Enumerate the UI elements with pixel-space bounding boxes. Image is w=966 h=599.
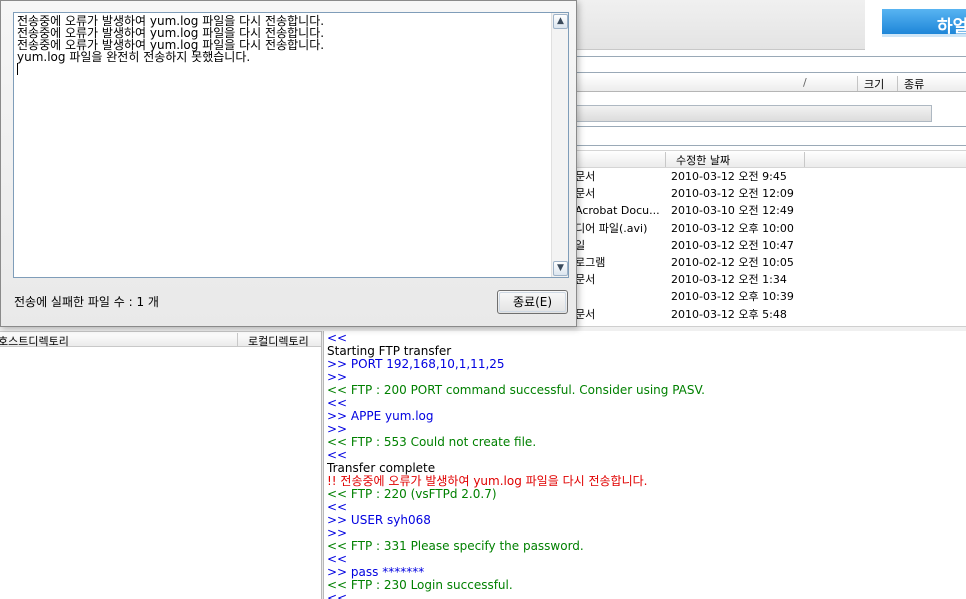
file-type: 문서 — [575, 273, 596, 287]
file-modified-date: 2010-02-12 오전 10:05 — [671, 255, 794, 269]
log-line: >> PORT 192,168,10,1,11,25 — [327, 357, 505, 371]
vertical-splitter[interactable] — [321, 331, 324, 599]
text-caret — [17, 63, 18, 75]
scroll-down-icon[interactable]: ▼ — [553, 261, 568, 276]
transfer-error-dialog: 전송중에 오류가 발생하여 yum.log 파일을 다시 전송합니다. 전송중에 … — [0, 0, 577, 327]
message-textarea[interactable]: 전송중에 오류가 발생하여 yum.log 파일을 다시 전송합니다. 전송중에 … — [13, 12, 569, 278]
progress-bar — [575, 105, 932, 122]
scroll-up-icon[interactable]: ▲ — [553, 14, 568, 29]
remote-button[interactable]: 하얼 — [882, 9, 966, 37]
file-type: 로그램 — [575, 255, 606, 269]
log-line: << FTP : 230 Login successful. — [327, 578, 513, 592]
message-lines: 전송중에 오류가 발생하여 yum.log 파일을 다시 전송합니다. 전송중에 … — [17, 15, 548, 63]
log-line: << — [327, 591, 348, 599]
file-type: Acrobat Docu... — [575, 204, 660, 218]
divider — [575, 56, 966, 57]
file-row[interactable]: Acrobat Docu... 2010-03-10 오전 12:49 — [575, 202, 966, 219]
ftp-client-window: 하얼 / 크기 종류 수정한 날짜 문서 2010-03-12 오전 9:45 문서… — [0, 0, 966, 599]
file-modified-date: 2010-03-10 오전 12:49 — [671, 204, 794, 218]
column-header-type[interactable]: 종류 — [897, 76, 966, 91]
file-row[interactable]: 문서 2010-03-12 오전 1:34 — [575, 271, 966, 288]
log-line: << FTP : 220 (vsFTPd 2.0.7) — [327, 487, 497, 501]
local-directory-label[interactable]: 로컬디렉토리 — [237, 333, 309, 348]
file-type: 문서 — [575, 170, 596, 183]
file-modified-date: 2010-03-12 오전 9:45 — [671, 170, 787, 183]
log-line: << FTP : 553 Could not create file. — [327, 435, 537, 449]
file-list-header: 수정한 날짜 — [575, 150, 966, 168]
log-line: << FTP : 200 PORT command successful. Co… — [327, 383, 705, 397]
file-modified-date: 2010-03-12 오후 10:00 — [671, 221, 794, 235]
failed-count-label: 전송에 실패한 파일 수 : 1 개 — [14, 295, 159, 309]
file-modified-date: 2010-03-12 오후 5:48 — [671, 307, 787, 321]
file-list: 문서 2010-03-12 오전 9:45 문서 2010-03-12 오전 12:0… — [575, 168, 966, 323]
file-row[interactable]: 디어 파일(.avi) 2010-03-12 오후 10:00 — [575, 220, 966, 237]
file-modified-date: 2010-03-12 오후 10:39 — [671, 290, 794, 304]
file-row[interactable]: 문서 2010-03-12 오후 5:48 — [575, 306, 966, 323]
log-line: >> USER syh068 — [327, 513, 431, 527]
file-type: 디어 파일(.avi) — [575, 221, 648, 235]
file-modified-date: 2010-03-12 오전 10:47 — [671, 238, 794, 252]
toolbar-panel — [575, 0, 865, 50]
log-pane: << Starting FTP transfer >> PORT 192,168,1… — [327, 332, 966, 599]
host-directory-label[interactable]: 호스트디렉토리 — [0, 333, 69, 349]
file-row[interactable]: 일 2010-03-12 오전 10:47 — [575, 237, 966, 254]
file-type: 문서 — [575, 307, 596, 321]
log-line: << FTP : 331 Please specify the password… — [327, 539, 584, 553]
close-button[interactable]: 종료(E) — [497, 290, 568, 314]
divider — [575, 72, 966, 73]
scrollbar[interactable]: ▲ ▼ — [551, 13, 568, 277]
file-row[interactable]: 문서 2010-03-12 오전 12:09 — [575, 185, 966, 202]
column-header-size[interactable]: 크기 — [857, 76, 897, 91]
message-line: yum.log 파일을 완전히 전송하지 못했습니다. — [17, 50, 251, 64]
directory-header: 호스트디렉토리 로컬디렉토리 — [0, 331, 321, 349]
path-bar — [575, 126, 966, 146]
file-modified-date: 2010-03-12 오전 1:34 — [671, 273, 787, 287]
file-row[interactable]: 2010-03-12 오후 10:39 — [575, 288, 966, 305]
file-row[interactable]: 문서 2010-03-12 오전 9:45 — [575, 168, 966, 185]
file-modified-date: 2010-03-12 오전 12:09 — [671, 187, 794, 201]
log-line: >> APPE yum.log — [327, 409, 434, 423]
file-row[interactable]: 로그램 2010-02-12 오전 10:05 — [575, 254, 966, 271]
transfer-list-header: / 크기 종류 — [575, 75, 966, 92]
file-type: 문서 — [575, 187, 596, 201]
file-type: 일 — [575, 238, 586, 252]
column-header-modified[interactable]: 수정한 날짜 — [665, 152, 805, 167]
